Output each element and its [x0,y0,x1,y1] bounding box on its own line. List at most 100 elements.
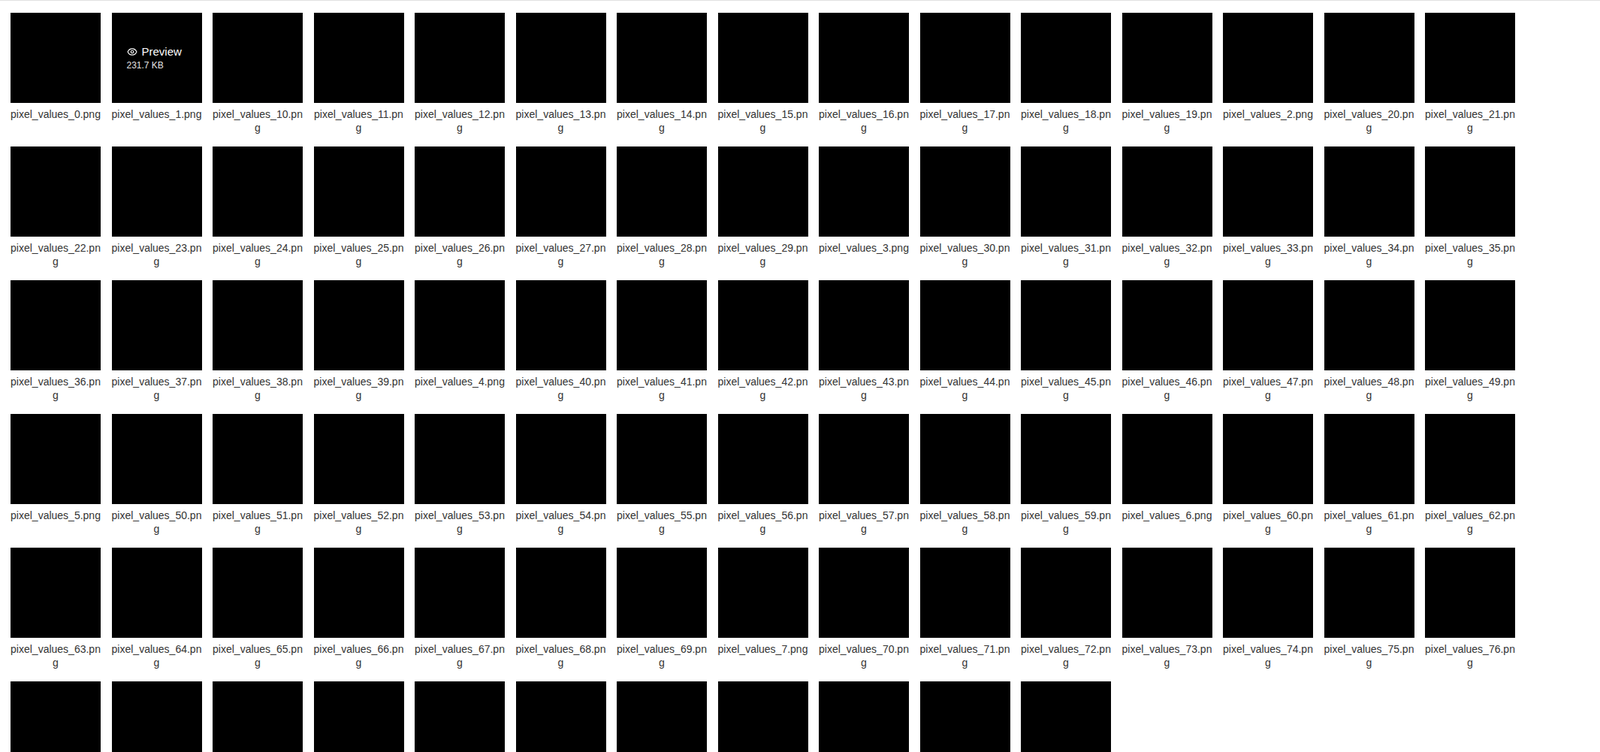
image-thumbnail[interactable] [1324,547,1415,638]
file-tile[interactable]: pixel_values_72.png [1018,547,1114,670]
file-tile[interactable]: pixel_values_10.png [210,12,305,135]
image-thumbnail[interactable] [1222,12,1314,103]
file-tile[interactable] [412,681,508,752]
image-thumbnail[interactable] [212,681,303,752]
file-tile[interactable]: pixel_values_70.png [816,547,912,670]
file-tile[interactable]: pixel_values_54.png [513,413,609,536]
file-tile[interactable]: pixel_values_18.png [1018,12,1114,135]
file-tile[interactable]: pixel_values_31.png [1018,146,1114,269]
image-thumbnail[interactable] [111,681,203,752]
file-tile[interactable]: Preview231.7 KBpixel_values_1.png [109,12,205,121]
file-tile[interactable]: pixel_values_62.png [1422,413,1518,536]
file-tile[interactable] [210,681,305,752]
file-tile[interactable]: pixel_values_76.png [1422,547,1518,670]
file-tile[interactable]: pixel_values_35.png [1422,146,1518,269]
image-thumbnail[interactable] [516,12,607,103]
image-thumbnail[interactable] [10,681,101,752]
image-thumbnail[interactable] [1222,413,1314,505]
file-tile[interactable]: pixel_values_55.png [614,413,710,536]
file-tile[interactable]: pixel_values_25.png [311,146,407,269]
file-tile[interactable] [311,681,407,752]
image-thumbnail[interactable] [818,146,909,237]
file-tile[interactable]: pixel_values_50.png [109,413,205,536]
image-thumbnail[interactable] [414,681,505,752]
image-thumbnail[interactable] [212,413,303,505]
image-thumbnail[interactable] [313,547,405,638]
image-thumbnail[interactable] [1324,413,1415,505]
image-thumbnail[interactable] [616,146,707,237]
file-tile[interactable]: pixel_values_34.png [1322,146,1417,269]
image-thumbnail[interactable] [414,146,505,237]
file-tile[interactable]: pixel_values_15.png [715,12,811,135]
file-tile[interactable]: pixel_values_33.png [1220,146,1316,269]
file-tile[interactable]: pixel_values_66.png [311,547,407,670]
file-tile[interactable]: pixel_values_14.png [614,12,710,135]
file-tile[interactable]: pixel_values_58.png [917,413,1013,536]
image-thumbnail[interactable] [414,280,505,371]
image-thumbnail[interactable] [616,280,707,371]
file-tile[interactable]: pixel_values_44.png [917,280,1013,402]
file-tile[interactable]: pixel_values_65.png [210,547,305,670]
file-tile[interactable]: pixel_values_73.png [1120,547,1215,670]
file-tile[interactable]: pixel_values_48.png [1322,280,1417,402]
image-thumbnail[interactable] [111,413,203,505]
image-thumbnail[interactable] [718,280,809,371]
image-thumbnail[interactable] [212,547,303,638]
file-tile[interactable]: pixel_values_5.png [8,413,103,523]
file-tile[interactable]: pixel_values_29.png [715,146,811,269]
image-thumbnail[interactable] [10,547,101,638]
image-thumbnail[interactable] [1424,280,1516,371]
file-tile[interactable]: pixel_values_24.png [210,146,305,269]
file-tile[interactable]: pixel_values_68.png [513,547,609,670]
image-thumbnail[interactable] [818,280,909,371]
image-thumbnail[interactable] [718,547,809,638]
image-thumbnail[interactable] [616,413,707,505]
image-thumbnail[interactable] [111,547,203,638]
image-thumbnail[interactable] [616,547,707,638]
image-thumbnail[interactable] [516,280,607,371]
image-thumbnail[interactable] [414,547,505,638]
file-tile[interactable]: pixel_values_2.png [1220,12,1316,121]
file-tile[interactable]: pixel_values_28.png [614,146,710,269]
image-thumbnail[interactable] [1424,146,1516,237]
file-tile[interactable]: pixel_values_75.png [1322,547,1417,670]
image-thumbnail[interactable] [1424,547,1516,638]
file-tile[interactable]: pixel_values_16.png [816,12,912,135]
file-tile[interactable]: pixel_values_49.png [1422,280,1518,402]
image-thumbnail[interactable] [1020,280,1111,371]
image-thumbnail[interactable] [718,413,809,505]
file-tile[interactable]: pixel_values_6.png [1120,413,1215,523]
image-thumbnail[interactable] [818,547,909,638]
image-thumbnail[interactable] [1020,681,1111,752]
file-tile[interactable]: pixel_values_47.png [1220,280,1316,402]
image-thumbnail[interactable] [111,146,203,237]
image-thumbnail[interactable] [1324,280,1415,371]
image-thumbnail[interactable] [616,681,707,752]
image-thumbnail[interactable] [1424,413,1516,505]
file-tile[interactable]: pixel_values_59.png [1018,413,1114,536]
file-tile[interactable]: pixel_values_27.png [513,146,609,269]
file-tile[interactable]: pixel_values_4.png [412,280,508,389]
image-thumbnail[interactable] [818,681,909,752]
image-thumbnail[interactable] [516,547,607,638]
file-tile[interactable]: pixel_values_22.png [8,146,103,269]
file-tile[interactable]: pixel_values_37.png [109,280,205,402]
image-thumbnail[interactable]: Preview231.7 KB [111,12,203,103]
image-thumbnail[interactable] [1222,280,1314,371]
file-tile[interactable]: pixel_values_3.png [816,146,912,255]
image-thumbnail[interactable] [718,681,809,752]
file-tile[interactable]: pixel_values_74.png [1220,547,1316,670]
file-tile[interactable]: pixel_values_17.png [917,12,1013,135]
file-tile[interactable]: pixel_values_64.png [109,547,205,670]
file-tile[interactable]: pixel_values_12.png [412,12,508,135]
file-tile[interactable]: pixel_values_20.png [1322,12,1417,135]
image-thumbnail[interactable] [212,280,303,371]
file-tile[interactable] [917,681,1013,752]
image-thumbnail[interactable] [1122,146,1213,237]
image-thumbnail[interactable] [414,12,505,103]
image-thumbnail[interactable] [313,413,405,505]
image-thumbnail[interactable] [212,146,303,237]
image-thumbnail[interactable] [10,12,101,103]
file-tile[interactable]: pixel_values_39.png [311,280,407,402]
file-tile[interactable] [513,681,609,752]
